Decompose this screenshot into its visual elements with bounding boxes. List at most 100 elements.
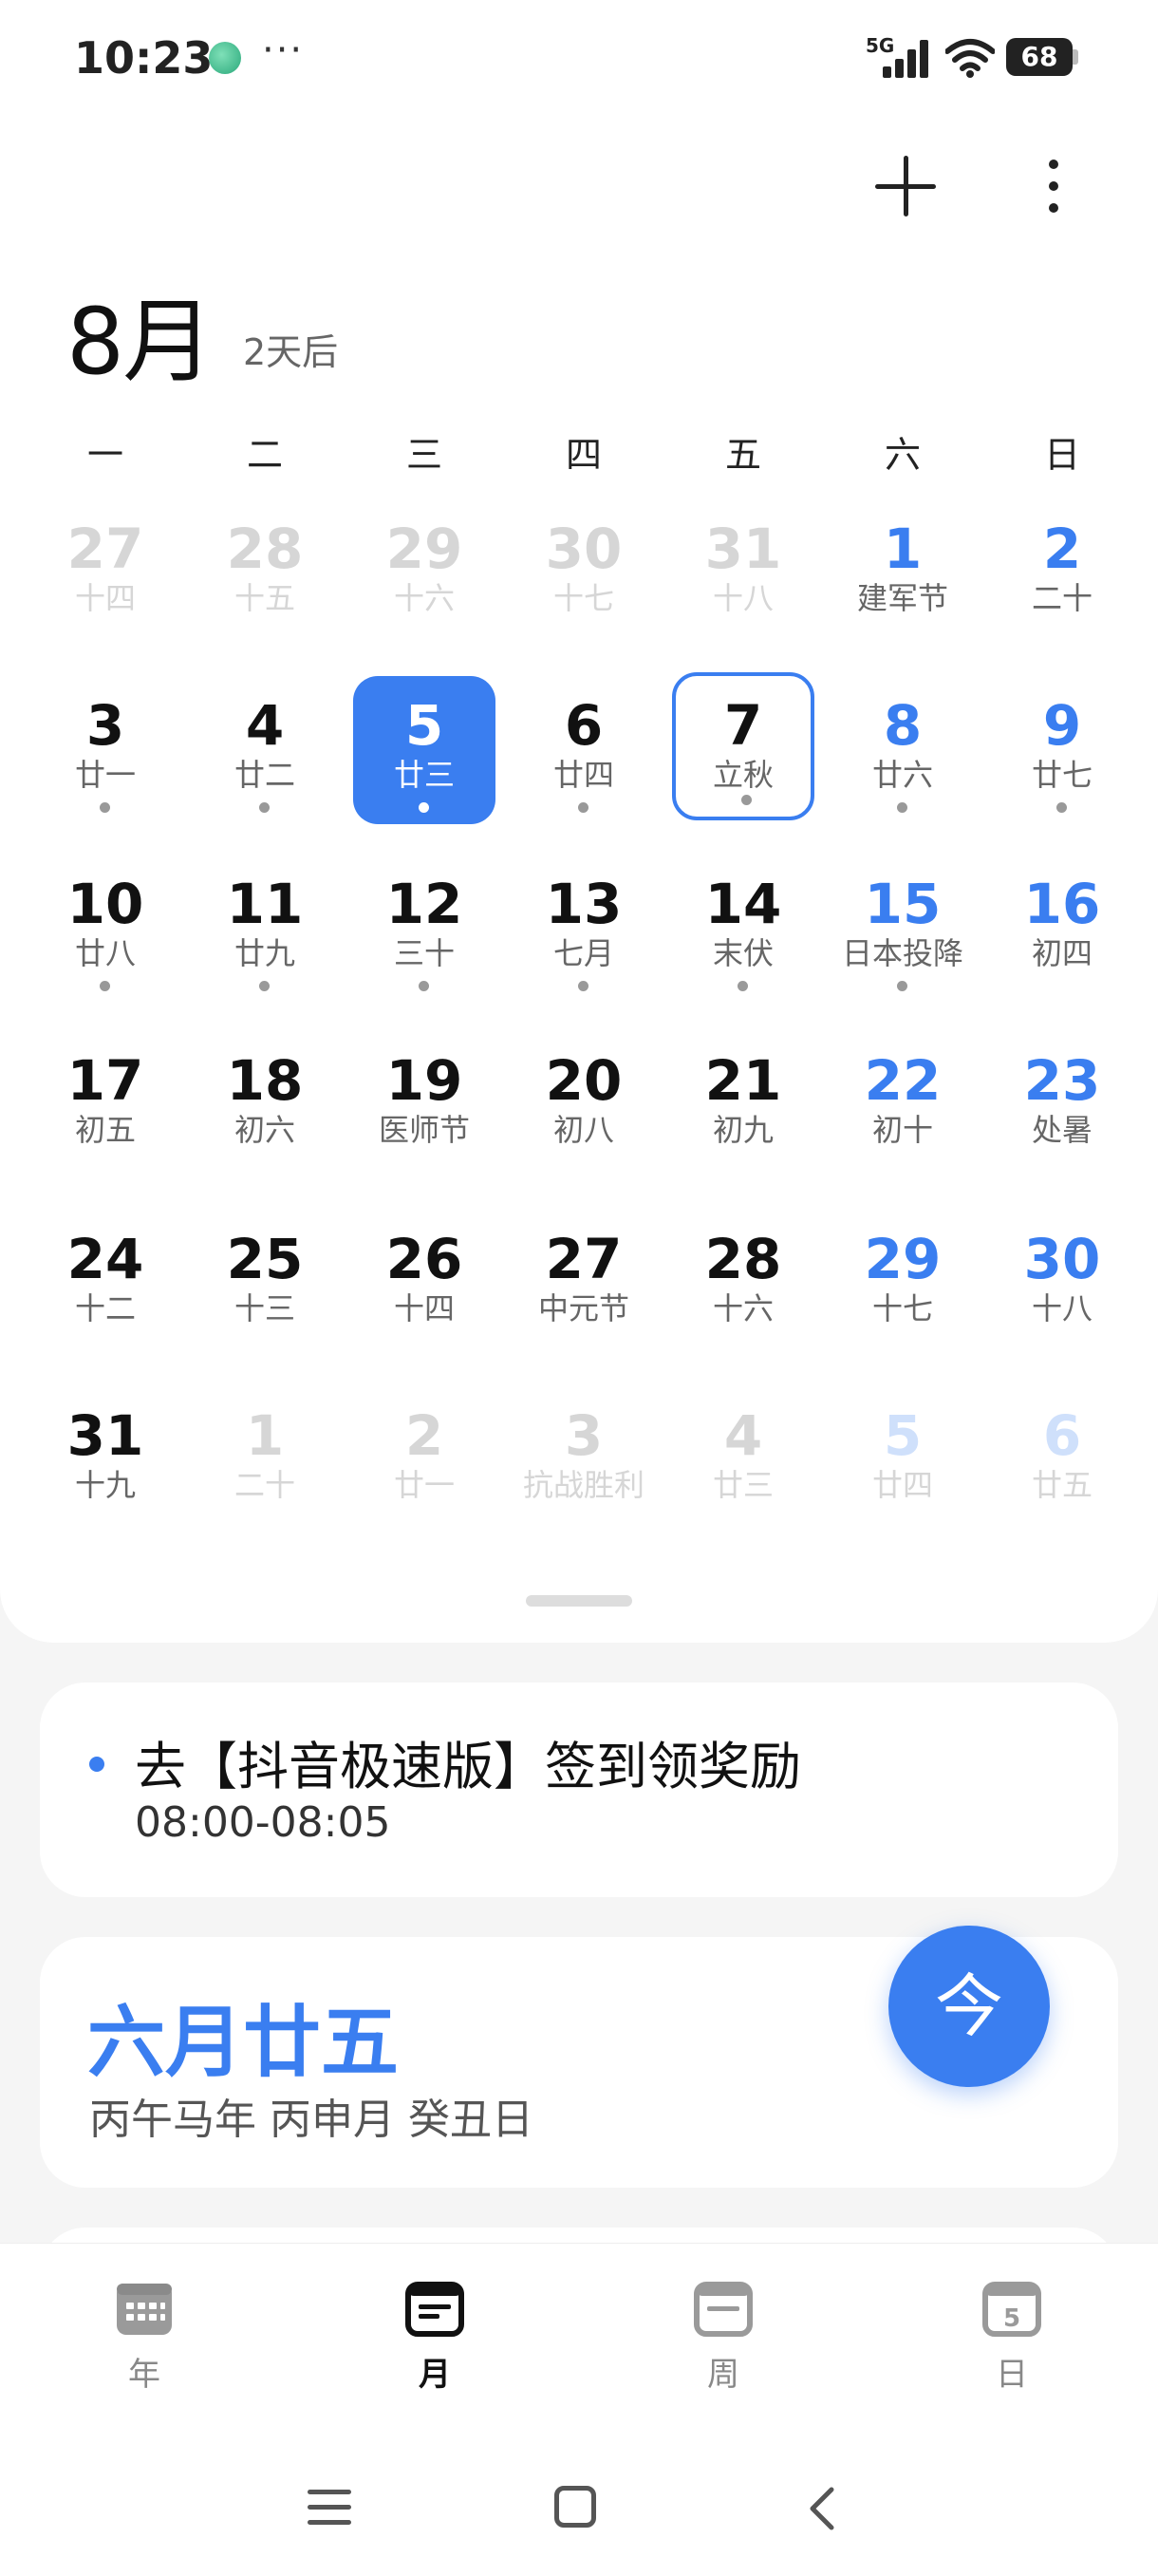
event-indicator-dot bbox=[578, 981, 588, 991]
calendar-day[interactable]: 2 廿一 bbox=[353, 1386, 495, 1534]
calendar-day[interactable]: 24 十二 bbox=[34, 1210, 177, 1358]
calendar-day[interactable]: 7 立秋 bbox=[672, 672, 814, 820]
calendar-day[interactable]: 3 廿一 bbox=[34, 676, 177, 824]
event-indicator-dot bbox=[100, 981, 110, 991]
home-button[interactable] bbox=[554, 2486, 596, 2528]
calendar-day[interactable]: 19 医师节 bbox=[353, 1031, 495, 1179]
calendar-day[interactable]: 6 廿五 bbox=[991, 1386, 1133, 1534]
calendar-day[interactable]: 5 廿四 bbox=[831, 1386, 974, 1534]
system-nav-bar bbox=[0, 2459, 1158, 2554]
add-event-button[interactable] bbox=[871, 152, 940, 220]
nav-week-label: 周 bbox=[707, 2356, 739, 2394]
calendar-day[interactable]: 30 十八 bbox=[991, 1210, 1133, 1358]
calendar-day[interactable]: 18 初六 bbox=[194, 1031, 336, 1179]
day-number: 4 bbox=[245, 693, 285, 758]
calendar-day[interactable]: 25 十三 bbox=[194, 1210, 336, 1358]
lunar-label: 末伏 bbox=[712, 935, 774, 971]
calendar-day[interactable]: 10 廿八 bbox=[34, 855, 177, 1003]
calendar-day[interactable]: 15 日本投降 bbox=[831, 855, 974, 1003]
lunar-label: 廿七 bbox=[1031, 757, 1093, 793]
lunar-label: 廿三 bbox=[393, 757, 455, 793]
day-number: 30 bbox=[1023, 1227, 1101, 1291]
lunar-label: 十八 bbox=[712, 580, 774, 616]
calendar-day[interactable]: 28 十六 bbox=[672, 1210, 814, 1358]
back-button[interactable] bbox=[803, 2486, 841, 2531]
lunar-label: 廿五 bbox=[1031, 1467, 1093, 1503]
calendar-day[interactable]: 12 三十 bbox=[353, 855, 495, 1003]
calendar-day[interactable]: 22 初十 bbox=[831, 1031, 974, 1179]
lunar-date: 六月廿五 bbox=[87, 1997, 400, 2088]
calendar-day[interactable]: 11 廿九 bbox=[194, 855, 336, 1003]
day-number: 8 bbox=[883, 693, 923, 758]
lunar-label: 初八 bbox=[552, 1112, 614, 1148]
calendar-day[interactable]: 30 十七 bbox=[513, 499, 655, 648]
nav-year[interactable]: 年 bbox=[78, 2282, 211, 2395]
event-indicator-dot bbox=[897, 802, 907, 813]
lunar-label: 中元节 bbox=[537, 1290, 629, 1326]
calendar-day[interactable]: 31 十八 bbox=[672, 499, 814, 648]
lunar-label: 廿一 bbox=[393, 1467, 455, 1503]
day-icon-badge: 5 bbox=[1003, 2304, 1020, 2333]
calendar-day[interactable]: 9 廿七 bbox=[991, 676, 1133, 824]
lunar-label: 三十 bbox=[393, 935, 455, 971]
calendar-day[interactable]: 14 末伏 bbox=[672, 855, 814, 1003]
lunar-label: 廿八 bbox=[74, 935, 136, 971]
day-number: 5 bbox=[883, 1403, 923, 1468]
wifi-icon bbox=[945, 39, 995, 78]
lunar-label: 廿一 bbox=[74, 757, 136, 793]
calendar-day[interactable]: 4 廿三 bbox=[672, 1386, 814, 1534]
nav-day[interactable]: 5 日 bbox=[945, 2282, 1078, 2395]
lunar-label: 日本投降 bbox=[841, 935, 963, 971]
calendar-day[interactable]: 1 二十 bbox=[194, 1386, 336, 1534]
nav-week[interactable]: 周 bbox=[657, 2282, 790, 2395]
calendar-day[interactable]: 27 十四 bbox=[34, 499, 177, 648]
day-number: 28 bbox=[226, 517, 304, 581]
lunar-label: 初五 bbox=[74, 1112, 136, 1148]
day-number: 16 bbox=[1023, 872, 1101, 936]
calendar-day[interactable]: 21 初九 bbox=[672, 1031, 814, 1179]
day-number: 10 bbox=[66, 872, 144, 936]
calendar-day[interactable]: 3 抗战胜利 bbox=[513, 1386, 655, 1534]
more-options-button[interactable] bbox=[1035, 152, 1073, 220]
calendar-day[interactable]: 4 廿二 bbox=[194, 676, 336, 824]
calendar-day[interactable]: 2 二十 bbox=[991, 499, 1133, 648]
calendar-day[interactable]: 6 廿四 bbox=[513, 676, 655, 824]
event-time: 08:00-08:05 bbox=[135, 1798, 391, 1847]
day-number: 12 bbox=[385, 872, 463, 936]
lunar-label: 初九 bbox=[712, 1112, 774, 1148]
event-indicator-dot bbox=[259, 802, 270, 813]
recent-apps-button[interactable] bbox=[308, 2488, 351, 2528]
nav-month[interactable]: 月 bbox=[368, 2282, 501, 2395]
calendar-day[interactable]: 17 初五 bbox=[34, 1031, 177, 1179]
day-number: 27 bbox=[66, 517, 144, 581]
event-title: 去【抖音极速版】签到领奖励 bbox=[135, 1737, 801, 1796]
calendar-day[interactable]: 1 建军节 bbox=[831, 499, 974, 648]
calendar-day[interactable]: 20 初八 bbox=[513, 1031, 655, 1179]
calendar-day[interactable]: 13 七月 bbox=[513, 855, 655, 1003]
calendar-day[interactable]: 28 十五 bbox=[194, 499, 336, 648]
lunar-ganzhi: 丙午马年 丙申月 癸丑日 bbox=[89, 2096, 533, 2144]
calendar-day[interactable]: 27 中元节 bbox=[513, 1210, 655, 1358]
calendar-day[interactable]: 8 廿六 bbox=[831, 676, 974, 824]
event-card[interactable]: 去【抖音极速版】签到领奖励 08:00-08:05 bbox=[40, 1683, 1118, 1897]
calendar-day[interactable]: 16 初四 bbox=[991, 855, 1133, 1003]
today-button[interactable]: 今 bbox=[888, 1926, 1050, 2087]
event-indicator-dot bbox=[897, 981, 907, 991]
event-indicator-dot bbox=[100, 802, 110, 813]
weekday-label: 四 bbox=[565, 434, 602, 476]
calendar-day[interactable]: 31 十九 bbox=[34, 1386, 177, 1534]
calendar-day[interactable]: 23 处暑 bbox=[991, 1031, 1133, 1179]
calendar-day[interactable]: 26 十四 bbox=[353, 1210, 495, 1358]
day-number: 18 bbox=[226, 1048, 304, 1113]
calendar-day[interactable]: 29 十六 bbox=[353, 499, 495, 648]
day-number: 2 bbox=[1042, 517, 1082, 581]
calendar-day[interactable]: 29 十七 bbox=[831, 1210, 974, 1358]
lunar-label: 十六 bbox=[712, 1290, 774, 1326]
lunar-label: 十三 bbox=[233, 1290, 295, 1326]
lunar-label: 十七 bbox=[552, 580, 614, 616]
day-number: 24 bbox=[66, 1227, 144, 1291]
drag-handle[interactable] bbox=[526, 1595, 632, 1607]
weekday-label: 二 bbox=[246, 434, 283, 476]
day-number: 6 bbox=[1042, 1403, 1082, 1468]
calendar-day[interactable]: 5 廿三 bbox=[353, 676, 495, 824]
